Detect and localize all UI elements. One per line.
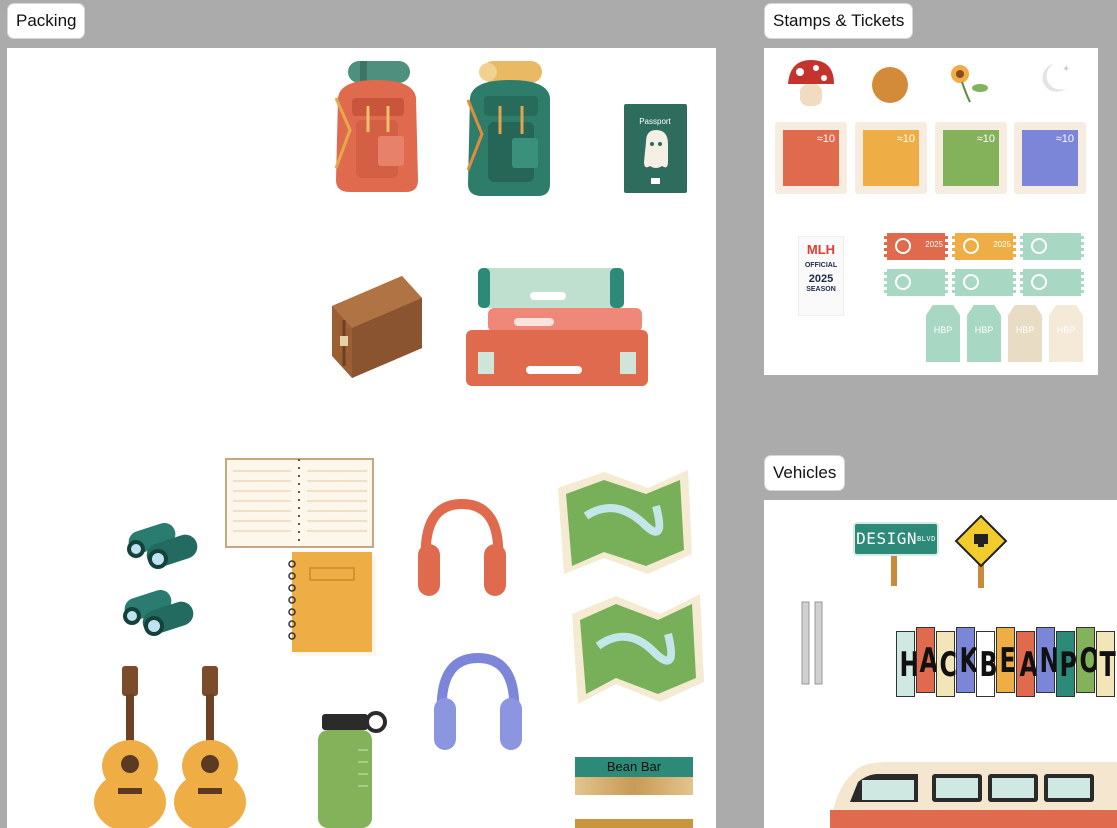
stamp-value: ≈10 bbox=[1055, 133, 1074, 145]
mlh-line3: SEASON bbox=[806, 286, 836, 293]
stamp-value: ≈10 bbox=[896, 133, 915, 145]
mushroom-sticker[interactable] bbox=[784, 58, 838, 110]
postage-stamp-3[interactable]: ≈10 bbox=[935, 122, 1007, 194]
blue-headphones-sticker[interactable] bbox=[430, 652, 526, 754]
mlh-official-badge[interactable]: MLH OFFICIAL 2025 SEASON bbox=[798, 236, 844, 316]
binoculars-bottom-sticker[interactable] bbox=[116, 582, 200, 636]
hbp-luggage-tag[interactable]: HBP bbox=[1049, 305, 1083, 362]
event-ticket[interactable] bbox=[952, 269, 1016, 296]
postage-stamp-2[interactable]: ≈10 bbox=[855, 122, 927, 194]
moon-sticker[interactable]: ✦ bbox=[1034, 58, 1078, 98]
bean-bar-sticker-partial[interactable] bbox=[575, 819, 693, 828]
event-ticket[interactable]: 2025 bbox=[952, 233, 1016, 260]
license-plate-letter: N bbox=[1036, 627, 1059, 693]
camper-van-sticker[interactable] bbox=[828, 760, 1117, 828]
stamp-value: ≈10 bbox=[976, 133, 995, 145]
license-plate-letter: O bbox=[1076, 627, 1100, 693]
license-plate-letter: H bbox=[896, 631, 919, 697]
suitcase-stack-sticker[interactable] bbox=[464, 266, 650, 388]
license-plate-letter: E bbox=[996, 627, 1016, 693]
bean-bar-sticker[interactable]: Bean Bar bbox=[575, 757, 693, 797]
brown-suitcase-sticker[interactable] bbox=[330, 274, 424, 380]
svg-text:✦: ✦ bbox=[1062, 64, 1070, 75]
postage-stamp-1[interactable]: ≈10 bbox=[775, 122, 847, 194]
frame-label-stamps[interactable]: Stamps & Tickets bbox=[765, 4, 913, 38]
passport-label: Passport bbox=[639, 117, 671, 126]
coral-backpack-sticker[interactable] bbox=[330, 58, 422, 196]
license-plate-letter: A bbox=[916, 627, 938, 693]
event-ticket[interactable]: 2025 bbox=[884, 233, 948, 260]
postage-stamp-4[interactable]: ≈10 bbox=[1014, 122, 1086, 194]
stamp-value: ≈10 bbox=[816, 133, 835, 145]
mlh-logo: MLH bbox=[806, 242, 836, 257]
license-plate-letter: P bbox=[1056, 631, 1077, 697]
license-plate-letter: A bbox=[1016, 631, 1038, 697]
flower-sticker[interactable] bbox=[944, 62, 992, 104]
frame-label-vehicles[interactable]: Vehicles bbox=[765, 456, 845, 490]
computer-warning-sign-sticker[interactable] bbox=[954, 514, 1008, 590]
lined-notebook-sticker[interactable] bbox=[225, 457, 375, 549]
passport-sticker[interactable]: Passport bbox=[624, 104, 688, 194]
street-sign-suffix: BLVD bbox=[916, 535, 936, 543]
mlh-line2: 2025 bbox=[808, 273, 834, 285]
spiral-notebook-sticker[interactable] bbox=[288, 552, 378, 658]
hbp-luggage-tag[interactable]: HBP bbox=[1008, 305, 1042, 362]
teal-backpack-sticker[interactable] bbox=[460, 58, 556, 198]
mlh-line1: OFFICIAL bbox=[804, 262, 838, 269]
coral-headphones-sticker[interactable] bbox=[414, 498, 510, 600]
map-sticker-bottom[interactable] bbox=[570, 590, 706, 708]
frame-label-packing[interactable]: Packing bbox=[8, 4, 85, 38]
bean-bar-label: Bean Bar bbox=[575, 757, 693, 777]
license-plate-letter: C bbox=[936, 631, 957, 697]
design-blvd-sign-sticker[interactable]: DESIGNBLVD bbox=[853, 522, 939, 588]
license-plate-letter: T bbox=[1096, 631, 1116, 697]
ticket-year: 2025 bbox=[993, 240, 1011, 249]
event-ticket[interactable] bbox=[1020, 233, 1084, 260]
street-sign-name: DESIGN bbox=[856, 529, 917, 548]
hackbeanpot-license-plates-sticker[interactable]: HACKBEANPOT bbox=[896, 627, 1117, 699]
coin-sticker[interactable] bbox=[870, 66, 910, 104]
guitar-sticker-left[interactable] bbox=[92, 664, 170, 828]
water-bottle-sticker[interactable] bbox=[312, 710, 388, 828]
tag-text: HBP bbox=[1015, 325, 1035, 335]
hbp-luggage-tag[interactable]: HBP bbox=[967, 305, 1001, 362]
event-ticket[interactable] bbox=[1020, 269, 1084, 296]
license-plate-letter: B bbox=[976, 631, 998, 697]
tag-text: HBP bbox=[933, 325, 953, 335]
guitar-sticker-right[interactable] bbox=[172, 664, 250, 828]
pole-sticker[interactable] bbox=[800, 600, 826, 686]
event-ticket[interactable] bbox=[884, 269, 948, 296]
tag-text: HBP bbox=[1056, 325, 1076, 335]
binoculars-top-sticker[interactable] bbox=[120, 515, 204, 569]
hbp-luggage-tag[interactable]: HBP bbox=[926, 305, 960, 362]
license-plate-letter: K bbox=[956, 627, 978, 693]
tag-text: HBP bbox=[974, 325, 994, 335]
ticket-year: 2025 bbox=[925, 240, 943, 249]
map-sticker-top[interactable] bbox=[556, 466, 694, 578]
